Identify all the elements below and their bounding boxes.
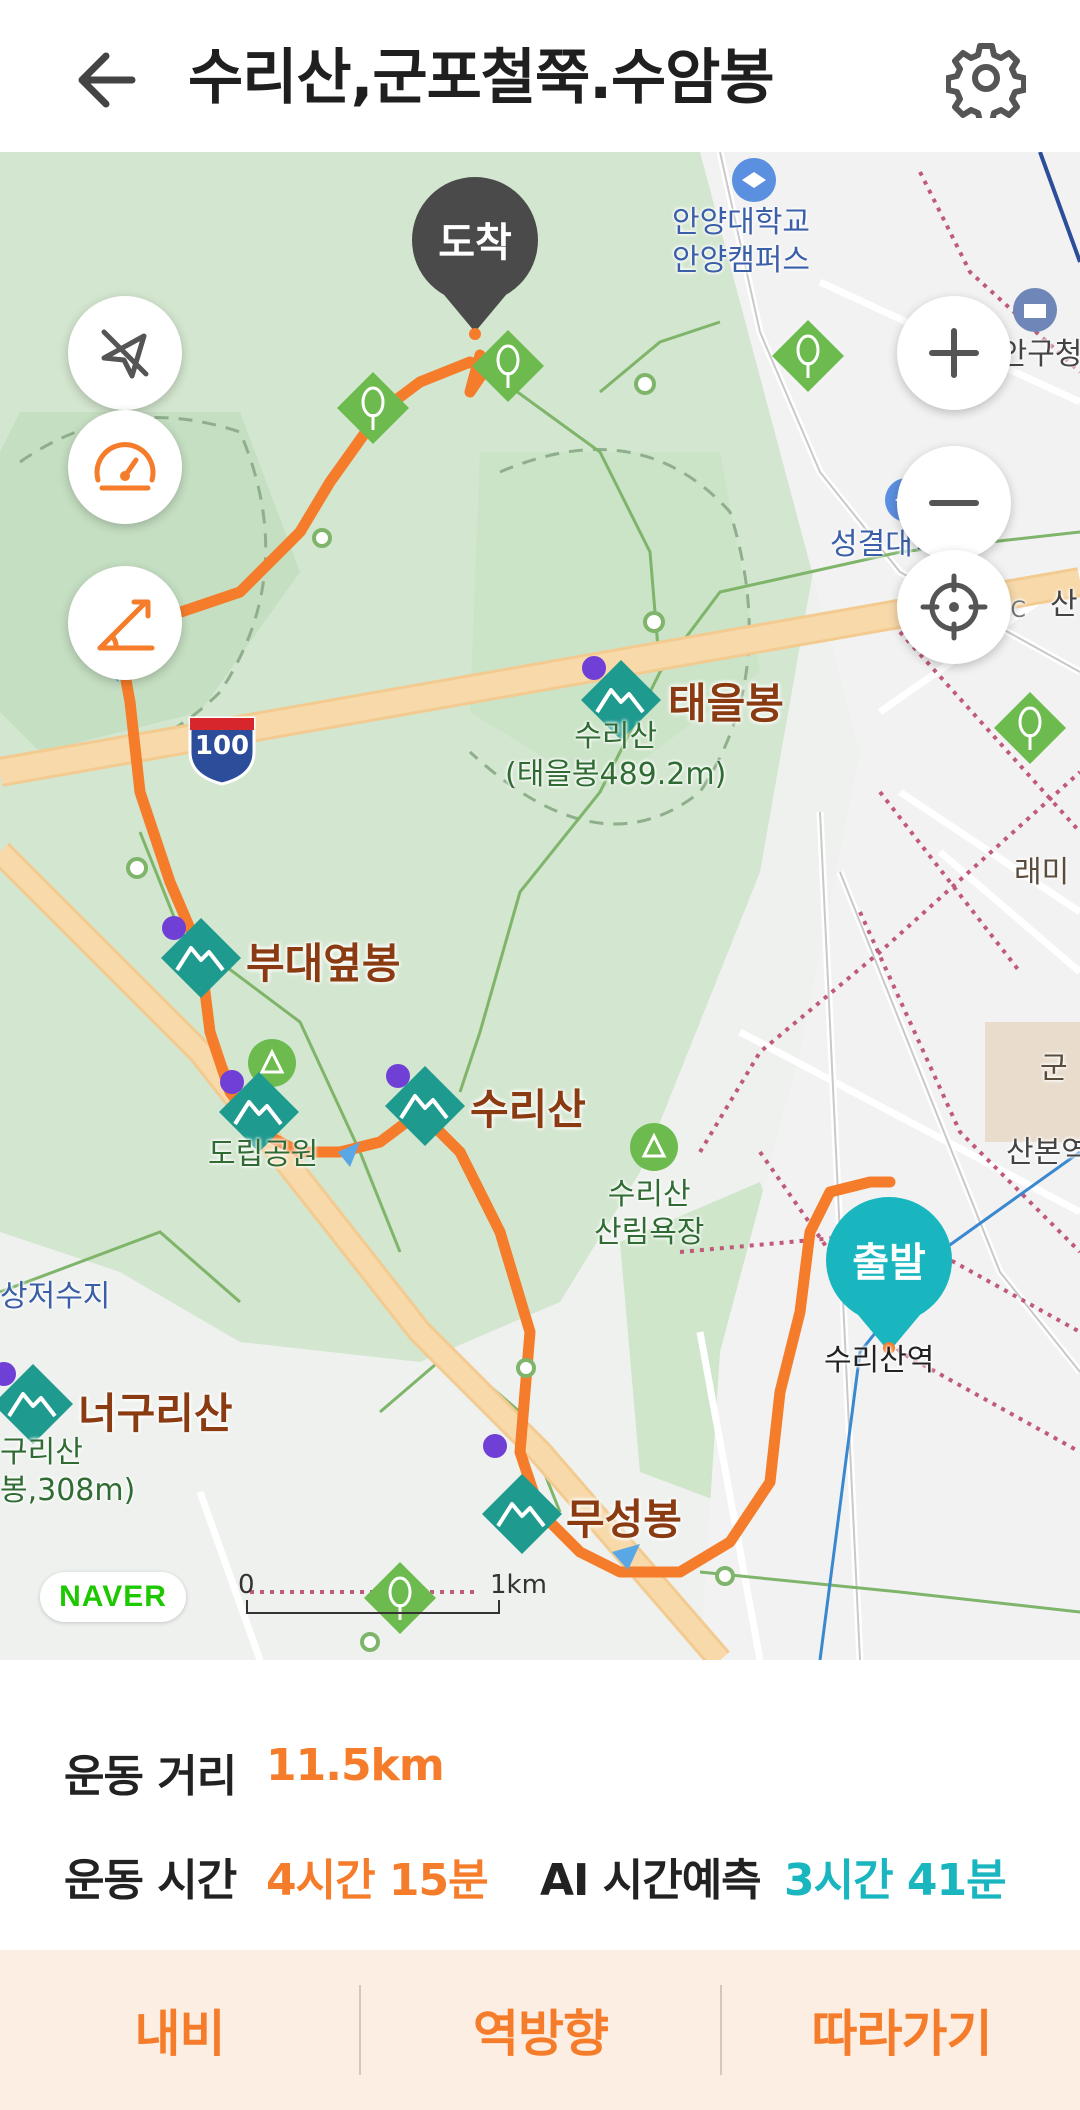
time-label: 운동 시간 [64,1855,237,1906]
poi-label-line: 구리산 [0,1435,83,1470]
poi-label-line: 안양캠퍼스 [672,243,810,278]
compass-toggle-button[interactable] [68,296,182,410]
back-button[interactable] [70,40,150,120]
gear-icon [945,43,1027,125]
ai-time-label: AI 시간예측 [540,1855,762,1906]
poi-label-line: 수리산 [607,1177,691,1212]
poi-label-neoguri-sub: 구리산 봉,308m) [0,1434,135,1510]
app-header: 수리산,군포철쭉.수암봉 [0,0,1080,152]
poi-label-raemi: 래미 [1014,855,1070,890]
minus-icon [929,500,979,506]
poi-label-line: 안양대학교 [672,205,810,240]
speedometer-icon [94,442,156,491]
action-bar: 내비 역방향 따라가기 [0,1950,1080,2110]
naver-logo[interactable]: NAVER [40,1572,186,1622]
slope-button[interactable] [68,566,182,680]
poi-label-line: 산림욕장 [594,1215,705,1250]
page-title: 수리산,군포철쭉.수암봉 [188,43,775,113]
distance-value: 11.5km [266,1740,445,1791]
poi-label-sanbon: 산본역 [1006,1135,1080,1170]
poi-label-reservoir: 상저수지 [0,1279,111,1314]
navi-button[interactable]: 내비 [0,1950,359,2110]
follow-button[interactable]: 따라가기 [722,1950,1080,2110]
start-pin-label: 출발 [852,1240,926,1286]
end-pin-label: 도착 [438,220,512,266]
poi-label-line: 수리산 [574,719,658,754]
distance-label: 운동 거리 [64,1751,237,1802]
poi-label-anyang-univ: 안양대학교 안양캠퍼스 [672,204,810,280]
settings-button[interactable] [945,38,1027,125]
scale-km-label: 1km [490,1570,547,1600]
poi-label-line: (태을봉489.2m) [505,757,727,792]
crosshair-icon [920,573,988,641]
slope-icon [97,599,155,651]
peak-label-budaeyeop[interactable]: 부대옆봉 [246,930,401,991]
peak-label-neoguri[interactable]: 너구리산 [78,1380,233,1441]
poi-label-san: 산 [1050,587,1078,622]
poi-label-forest: 수리산 산림욕장 [594,1176,704,1252]
time-value: 4시간 15분 [266,1855,489,1906]
scale-zero-label: 0 [238,1570,255,1600]
poi-label-line: 봉,308m) [0,1473,136,1508]
peak-label-suri[interactable]: 수리산 [470,1076,586,1137]
poi-label-gun: 군 [1040,1051,1068,1086]
compass-off-icon [101,329,149,379]
speed-button[interactable] [68,410,182,524]
zoom-out-button[interactable] [897,446,1011,560]
current-location-button[interactable] [897,550,1011,664]
poi-label-taeeul-sub: 수리산 (태을봉489.2m) [505,718,726,794]
arrow-left-icon [78,52,136,108]
route-map[interactable]: 도착 출발 100 태을봉 부대옆봉 수리산 너구리산 무성봉 안양대학교 안양… [0,152,1080,1660]
scale-bar [246,1600,500,1614]
peak-label-museong[interactable]: 무성봉 [566,1486,682,1547]
poi-label-park: 도립공원 [208,1137,319,1172]
reverse-button[interactable]: 역방향 [361,1950,720,2110]
route-info-panel: 운동 거리 11.5km 운동 시간 4시간 15분 AI 시간예측 3시간 4… [0,1660,1080,1950]
zoom-in-button[interactable] [897,296,1011,410]
highway-number: 100 [195,731,249,761]
poi-label-station: 수리산역 [824,1343,935,1378]
plus-icon [929,328,979,378]
ai-time-value: 3시간 41분 [784,1855,1007,1906]
